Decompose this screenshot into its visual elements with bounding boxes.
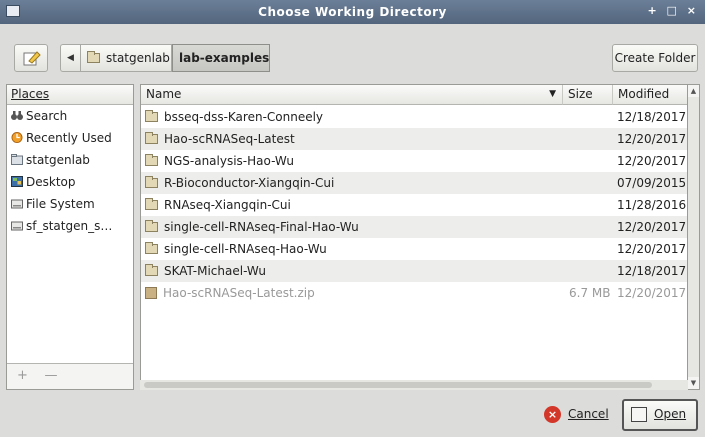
title-bar[interactable]: Choose Working Directory + □ × [0, 0, 705, 24]
file-list: Name ▼ Size Modified bsseq-dss-Karen-Con… [140, 84, 688, 390]
desktop-icon [11, 176, 23, 187]
archive-icon [145, 287, 157, 299]
open-label: Open [654, 407, 687, 421]
file-name: R-Bioconductor-Xiangqin-Cui [164, 176, 335, 190]
file-rows: bsseq-dss-Karen-Conneely 12/18/2017 Hao-… [141, 106, 687, 304]
file-name: SKAT-Michael-Wu [164, 264, 266, 278]
table-row[interactable]: bsseq-dss-Karen-Conneely 12/18/2017 [141, 106, 687, 128]
place-desktop[interactable]: Desktop [7, 171, 133, 193]
table-row[interactable]: single-cell-RNAseq-Final-Hao-Wu 12/20/20… [141, 216, 687, 238]
place-statgenlab[interactable]: statgenlab [7, 149, 133, 171]
binoculars-icon [11, 111, 23, 120]
place-label: sf_statgen_s… [26, 219, 113, 233]
cancel-icon: × [544, 406, 561, 423]
horizontal-scroll-thumb[interactable] [144, 382, 652, 388]
remove-bookmark-button[interactable]: — [44, 368, 57, 383]
folder-icon [145, 176, 158, 188]
place-recently-used[interactable]: Recently Used [7, 127, 133, 149]
file-modified: 12/18/2017 [617, 110, 687, 124]
file-modified: 12/20/2017 [617, 132, 687, 146]
folder-icon [145, 110, 158, 122]
cancel-label: Cancel [568, 407, 609, 421]
file-modified: 11/28/2016 [617, 198, 687, 212]
folder-icon [145, 132, 158, 144]
choose-directory-dialog: Choose Working Directory + □ × ◀ statgen… [0, 0, 705, 437]
table-row[interactable]: R-Bioconductor-Xiangqin-Cui 07/09/2015 [141, 172, 687, 194]
file-name: single-cell-RNAseq-Final-Hao-Wu [164, 220, 359, 234]
place-label: Search [26, 109, 68, 123]
places-header-label: Places [11, 87, 50, 101]
drive-icon [11, 221, 23, 231]
file-modified: 12/20/2017 [617, 242, 687, 256]
file-modified: 12/20/2017 [617, 286, 687, 300]
folder-icon [145, 220, 158, 232]
table-row[interactable]: RNAseq-Xiangqin-Cui 11/28/2016 [141, 194, 687, 216]
file-modified: 12/18/2017 [617, 264, 687, 278]
horizontal-scrollbar[interactable] [140, 380, 688, 390]
place-label: statgenlab [26, 153, 90, 167]
table-row[interactable]: Hao-scRNASeq-Latest.zip 6.7 MB 12/20/201… [141, 282, 687, 304]
places-header[interactable]: Places [7, 85, 133, 105]
file-name: RNAseq-Xiangqin-Cui [164, 198, 291, 212]
place-file-system[interactable]: File System [7, 193, 133, 215]
open-button[interactable]: Open [622, 399, 698, 431]
file-name: NGS-analysis-Hao-Wu [164, 154, 294, 168]
file-name: Hao-scRNASeq-Latest [164, 132, 295, 146]
window-controls[interactable]: + □ × [648, 4, 700, 17]
file-modified: 12/20/2017 [617, 220, 687, 234]
file-modified: 12/20/2017 [617, 154, 687, 168]
places-footer: + — [7, 363, 133, 389]
path-back-button[interactable]: ◀ [60, 44, 80, 72]
table-row[interactable]: NGS-analysis-Hao-Wu 12/20/2017 [141, 150, 687, 172]
folder-icon [87, 51, 100, 63]
sort-down-icon: ▼ [549, 89, 556, 99]
column-header-label: Name [146, 87, 182, 101]
clock-icon [11, 132, 23, 143]
scroll-up-icon[interactable]: ▲ [688, 85, 699, 97]
folder-icon [145, 264, 158, 276]
breadcrumb-label: statgenlab [106, 51, 170, 65]
file-name: single-cell-RNAseq-Hao-Wu [164, 242, 327, 256]
table-row[interactable]: single-cell-RNAseq-Hao-Wu 12/20/2017 [141, 238, 687, 260]
home-folder-icon [11, 154, 23, 165]
place-label: Desktop [26, 175, 76, 189]
file-name: Hao-scRNASeq-Latest.zip [163, 286, 315, 300]
add-bookmark-button[interactable]: + [17, 368, 28, 383]
open-icon [631, 407, 647, 422]
scroll-down-icon[interactable]: ▼ [688, 377, 699, 389]
file-size: 6.7 MB [569, 286, 611, 300]
vertical-scrollbar[interactable]: ▲ ▼ [688, 84, 700, 390]
column-header-modified[interactable]: Modified [613, 85, 687, 105]
table-row[interactable]: SKAT-Michael-Wu 12/18/2017 [141, 260, 687, 282]
folder-icon [145, 198, 158, 210]
cancel-button[interactable]: × Cancel [540, 401, 610, 429]
folder-icon [145, 242, 158, 254]
breadcrumb-lab-examples[interactable]: lab-examples [172, 44, 270, 72]
pencil-icon [23, 51, 41, 66]
file-modified: 07/09/2015 [617, 176, 687, 190]
window-title: Choose Working Directory [258, 5, 447, 19]
places-panel: Places Search Recently Used statgenlab D… [6, 84, 134, 390]
drive-icon [11, 199, 23, 209]
create-folder-button[interactable]: Create Folder [612, 44, 698, 72]
folder-icon [145, 154, 158, 166]
place-label: File System [26, 197, 95, 211]
file-name: bsseq-dss-Karen-Conneely [164, 110, 324, 124]
type-location-button[interactable] [14, 44, 48, 72]
place-label: Recently Used [26, 131, 112, 145]
column-header-name[interactable]: Name ▼ [141, 85, 563, 105]
column-header-size[interactable]: Size [563, 85, 613, 105]
table-row[interactable]: Hao-scRNASeq-Latest 12/20/2017 [141, 128, 687, 150]
place-search[interactable]: Search [7, 105, 133, 127]
breadcrumb-statgenlab[interactable]: statgenlab [80, 44, 172, 72]
place-sf-statgen[interactable]: sf_statgen_s… [7, 215, 133, 237]
